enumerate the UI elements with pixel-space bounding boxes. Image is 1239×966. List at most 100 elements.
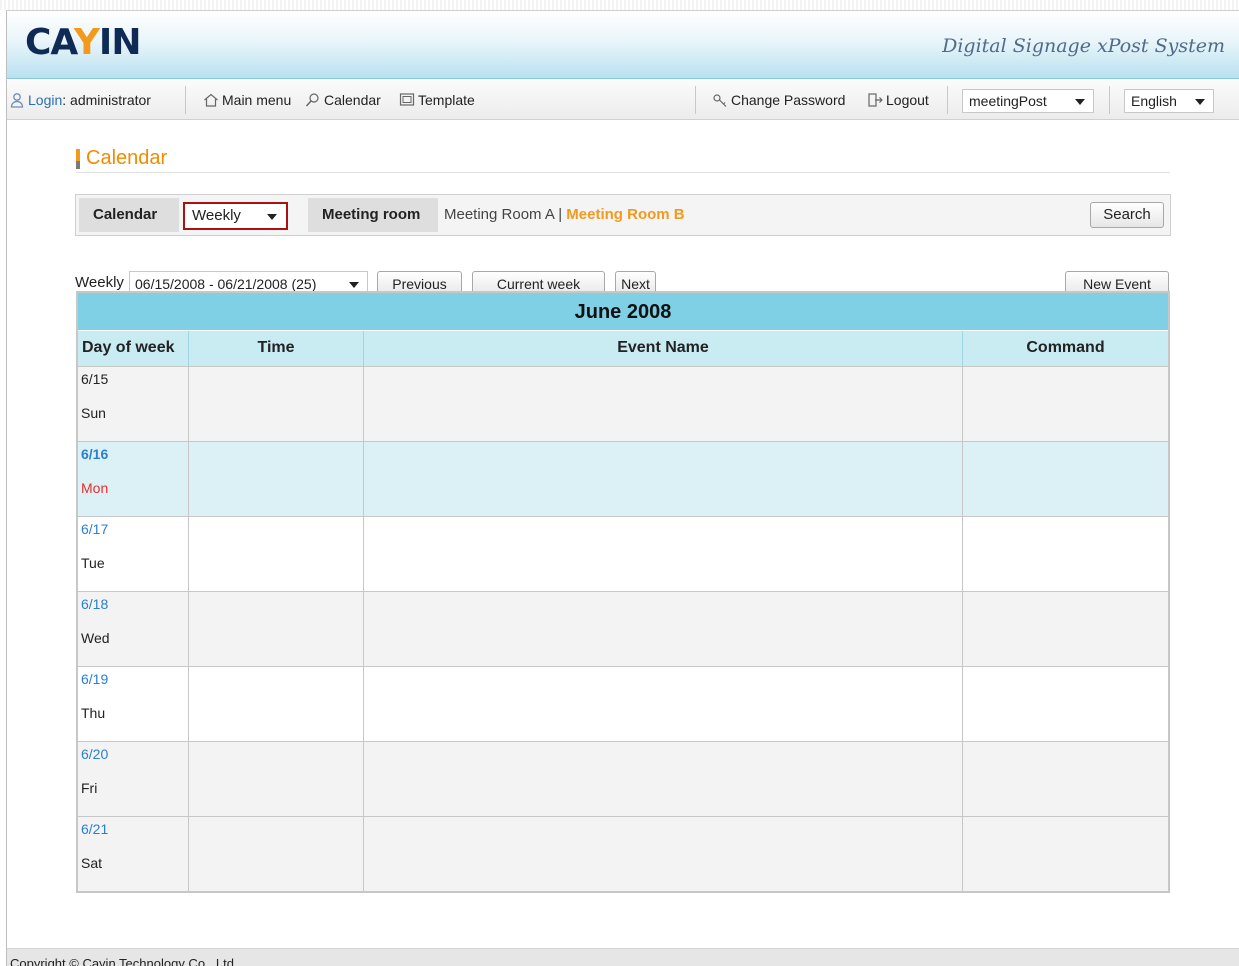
day-name: Sun bbox=[81, 405, 106, 421]
calendar-filter-bar: Calendar Weekly Meeting room Meeting Roo… bbox=[75, 194, 1171, 236]
dropdown-arrow-icon bbox=[267, 214, 277, 220]
dropdown-arrow-icon bbox=[1075, 99, 1085, 105]
day-name: Wed bbox=[81, 630, 110, 646]
column-header-time: Time bbox=[189, 331, 364, 366]
logo-prefix: CA bbox=[25, 22, 75, 63]
day-name: Tue bbox=[81, 555, 105, 571]
nav-logout-label: Logout bbox=[886, 92, 929, 108]
day-date[interactable]: 6/20 bbox=[81, 746, 108, 762]
login-info: Login : administrator bbox=[9, 80, 151, 120]
page-title-text: Calendar bbox=[86, 147, 168, 169]
day-date[interactable]: 6/16 bbox=[81, 446, 108, 462]
room-b-link[interactable]: Meeting Room B bbox=[566, 206, 684, 223]
meeting-room-label: Meeting room bbox=[308, 198, 438, 232]
day-cell: 6/18 Wed bbox=[78, 592, 189, 666]
table-row: 6/19 Thu bbox=[78, 666, 1168, 741]
title-marker bbox=[76, 149, 80, 169]
view-mode-select[interactable]: Weekly bbox=[183, 202, 288, 230]
login-label: Login bbox=[28, 92, 63, 108]
time-cell bbox=[189, 667, 364, 741]
home-icon bbox=[203, 92, 219, 108]
weekly-calendar-table: June 2008 Day of week Time Event Name Co… bbox=[76, 291, 1170, 893]
user-icon bbox=[9, 92, 25, 108]
event-cell bbox=[364, 367, 963, 441]
login-user: : administrator bbox=[62, 92, 151, 108]
nav-template-label: Template bbox=[418, 92, 475, 108]
day-date[interactable]: 6/19 bbox=[81, 671, 108, 687]
logo-mid: Y bbox=[73, 22, 100, 63]
command-cell bbox=[963, 367, 1168, 441]
product-tagline: Digital Signage xPost System bbox=[942, 35, 1225, 57]
nav-logout[interactable]: Logout bbox=[867, 80, 929, 120]
nav-divider bbox=[947, 86, 948, 114]
command-cell bbox=[963, 442, 1168, 516]
day-name: Mon bbox=[81, 480, 109, 496]
template-icon bbox=[399, 92, 415, 108]
calendar-month-header: June 2008 bbox=[78, 291, 1168, 330]
day-cell: 6/19 Thu bbox=[78, 667, 189, 741]
app-select[interactable]: meetingPost bbox=[962, 89, 1094, 113]
room-separator: | bbox=[554, 206, 567, 223]
table-row: 6/16 Mon bbox=[78, 441, 1168, 516]
day-cell: 6/17 Tue bbox=[78, 517, 189, 591]
day-cell: 6/20 Fri bbox=[78, 742, 189, 816]
app-select-value: meetingPost bbox=[969, 93, 1047, 109]
calendar-label: Calendar bbox=[79, 198, 179, 232]
column-header-event: Event Name bbox=[364, 331, 963, 366]
language-select[interactable]: English bbox=[1124, 89, 1214, 113]
top-navbar: Login : administrator Main menu Calendar… bbox=[7, 80, 1239, 120]
calendar-search-icon bbox=[305, 92, 321, 108]
table-row: 6/18 Wed bbox=[78, 591, 1168, 666]
day-cell: 6/16 Mon bbox=[78, 442, 189, 516]
week-select-value: 06/15/2008 - 06/21/2008 (25) bbox=[135, 276, 317, 292]
nav-divider bbox=[185, 86, 186, 114]
day-cell: 6/15 Sun bbox=[78, 367, 189, 441]
day-date[interactable]: 6/17 bbox=[81, 521, 108, 537]
view-mode-value: Weekly bbox=[192, 207, 241, 224]
room-a-link[interactable]: Meeting Room A bbox=[444, 206, 554, 223]
time-cell bbox=[189, 817, 364, 891]
table-row: 6/15 Sun bbox=[78, 366, 1168, 441]
app-header: CAYIN Digital Signage xPost System bbox=[7, 11, 1239, 79]
day-date[interactable]: 6/18 bbox=[81, 596, 108, 612]
dropdown-arrow-icon bbox=[1195, 99, 1205, 105]
search-button[interactable]: Search bbox=[1090, 202, 1164, 228]
day-date[interactable]: 6/21 bbox=[81, 821, 108, 837]
key-icon bbox=[712, 92, 728, 108]
logout-icon bbox=[867, 92, 883, 108]
column-header-day: Day of week bbox=[78, 331, 189, 366]
cayin-logo: CAYIN bbox=[25, 22, 142, 63]
table-row: 6/20 Fri bbox=[78, 741, 1168, 816]
page-title: Calendar bbox=[76, 147, 1170, 173]
time-cell bbox=[189, 742, 364, 816]
nav-divider bbox=[1109, 86, 1110, 114]
table-header-row: Day of week Time Event Name Command bbox=[78, 330, 1168, 366]
dropdown-arrow-icon bbox=[349, 282, 359, 288]
day-cell: 6/21 Sat bbox=[78, 817, 189, 891]
nav-change-password-label: Change Password bbox=[731, 92, 846, 108]
event-cell bbox=[364, 742, 963, 816]
logo-suffix: IN bbox=[98, 22, 142, 63]
nav-calendar[interactable]: Calendar bbox=[305, 80, 381, 120]
column-header-command: Command bbox=[1026, 339, 1105, 356]
day-name: Fri bbox=[81, 780, 98, 796]
copyright-text: Copyright © Cayin Technology Co., Ltd. bbox=[10, 956, 238, 966]
event-cell bbox=[364, 442, 963, 516]
day-name: Thu bbox=[81, 705, 106, 721]
command-cell bbox=[963, 592, 1168, 666]
nav-change-password[interactable]: Change Password bbox=[712, 80, 845, 120]
command-cell bbox=[963, 742, 1168, 816]
table-row: 6/17 Tue bbox=[78, 516, 1168, 591]
nav-main-menu[interactable]: Main menu bbox=[203, 80, 291, 120]
command-cell bbox=[963, 517, 1168, 591]
time-cell bbox=[189, 442, 364, 516]
nav-template[interactable]: Template bbox=[399, 80, 475, 120]
time-cell bbox=[189, 367, 364, 441]
event-cell bbox=[364, 517, 963, 591]
time-cell bbox=[189, 592, 364, 666]
command-cell bbox=[963, 667, 1168, 741]
event-cell bbox=[364, 592, 963, 666]
meeting-room-links: Meeting Room A | Meeting Room B bbox=[444, 195, 685, 235]
app-window: CAYIN Digital Signage xPost System Login… bbox=[6, 10, 1239, 966]
nav-divider bbox=[695, 86, 696, 114]
